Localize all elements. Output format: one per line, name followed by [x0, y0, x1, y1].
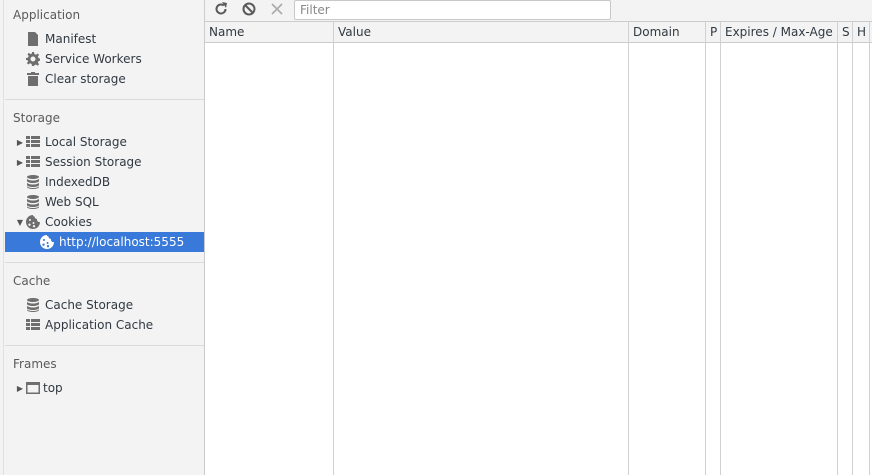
refresh-icon	[214, 2, 228, 19]
grid-icon	[25, 154, 41, 170]
cookies-toolbar	[205, 0, 872, 22]
column-divider[interactable]	[628, 22, 629, 475]
sidebar-item-local-storage[interactable]: ▶ Local Storage	[5, 132, 204, 152]
collapse-triangle-icon[interactable]: ▼	[15, 212, 25, 232]
devtools-application-panel: Application Manifest Service Workers Cle…	[0, 0, 872, 475]
column-divider[interactable]	[333, 22, 334, 475]
section-divider	[5, 99, 204, 100]
sidebar-item-label: Web SQL	[45, 195, 99, 209]
section-title-application: Application	[13, 8, 81, 22]
close-icon	[271, 3, 283, 18]
section-divider	[5, 345, 204, 346]
sidebar-item-clear-storage[interactable]: Clear storage	[5, 69, 204, 89]
sidebar-item-label: top	[43, 381, 63, 395]
column-divider[interactable]	[705, 22, 706, 475]
grid-icon	[25, 134, 41, 150]
database-icon	[25, 194, 41, 210]
column-divider[interactable]	[869, 22, 870, 475]
grid-icon	[25, 317, 41, 333]
column-header-path[interactable]: P	[706, 22, 720, 43]
cookie-icon	[39, 234, 55, 250]
delete-selected-button[interactable]	[263, 0, 291, 22]
column-header-name[interactable]: Name	[205, 22, 333, 43]
sidebar-item-web-sql[interactable]: Web SQL	[5, 192, 204, 212]
sidebar-item-frame-top[interactable]: ▶ top	[5, 378, 204, 398]
database-icon	[25, 174, 41, 190]
sidebar-item-label: IndexedDB	[45, 175, 111, 189]
sidebar-item-label: Local Storage	[45, 135, 127, 149]
column-header-domain[interactable]: Domain	[629, 22, 705, 43]
clear-all-button[interactable]	[235, 0, 263, 22]
block-icon	[242, 2, 256, 19]
cookie-icon	[25, 214, 41, 230]
expand-triangle-icon[interactable]: ▶	[15, 378, 25, 398]
sidebar-item-label: Cookies	[45, 215, 92, 229]
expand-triangle-icon[interactable]: ▶	[15, 152, 25, 172]
section-title-storage: Storage	[13, 111, 60, 125]
sidebar-item-label: Session Storage	[45, 155, 142, 169]
column-header-secure[interactable]: S	[838, 22, 852, 43]
sidebar-item-label: Manifest	[45, 32, 97, 46]
sidebar-item-label: Clear storage	[45, 72, 126, 86]
column-divider[interactable]	[837, 22, 838, 475]
column-header-expires[interactable]: Expires / Max-Age	[721, 22, 837, 43]
cookies-table: Name Value Domain P Expires / Max-Age S …	[205, 22, 872, 475]
sidebar-item-label: Service Workers	[45, 52, 142, 66]
document-icon	[25, 31, 41, 47]
refresh-button[interactable]	[207, 0, 235, 22]
sidebar-item-session-storage[interactable]: ▶ Session Storage	[5, 152, 204, 172]
table-header: Name Value Domain P Expires / Max-Age S …	[205, 22, 872, 43]
sidebar-item-service-workers[interactable]: Service Workers	[5, 49, 204, 69]
database-icon	[25, 297, 41, 313]
sidebar-item-manifest[interactable]: Manifest	[5, 29, 204, 49]
sidebar-item-label: Cache Storage	[45, 298, 134, 312]
sidebar-item-cookies[interactable]: ▼ Cookies	[5, 212, 204, 232]
sidebar-item-cache-storage[interactable]: Cache Storage	[5, 295, 204, 315]
sidebar-item-cookie-origin[interactable]: http://localhost:5555	[5, 232, 204, 252]
sidebar: Application Manifest Service Workers Cle…	[0, 0, 205, 475]
trash-icon	[25, 71, 41, 87]
section-title-frames: Frames	[13, 357, 57, 371]
gear-icon	[25, 51, 41, 67]
sidebar-item-label: Application Cache	[45, 318, 154, 332]
frame-icon	[25, 380, 41, 396]
sidebar-item-application-cache[interactable]: Application Cache	[5, 315, 204, 335]
section-divider	[5, 262, 204, 263]
sidebar-item-label: http://localhost:5555	[59, 235, 185, 249]
filter-input[interactable]	[294, 0, 611, 20]
column-divider[interactable]	[720, 22, 721, 475]
column-header-value[interactable]: Value	[334, 22, 628, 43]
column-divider[interactable]	[852, 22, 853, 475]
section-title-cache: Cache	[13, 274, 51, 288]
sidebar-item-indexeddb[interactable]: IndexedDB	[5, 172, 204, 192]
sidebar-edge	[0, 0, 4, 475]
expand-triangle-icon[interactable]: ▶	[15, 132, 25, 152]
